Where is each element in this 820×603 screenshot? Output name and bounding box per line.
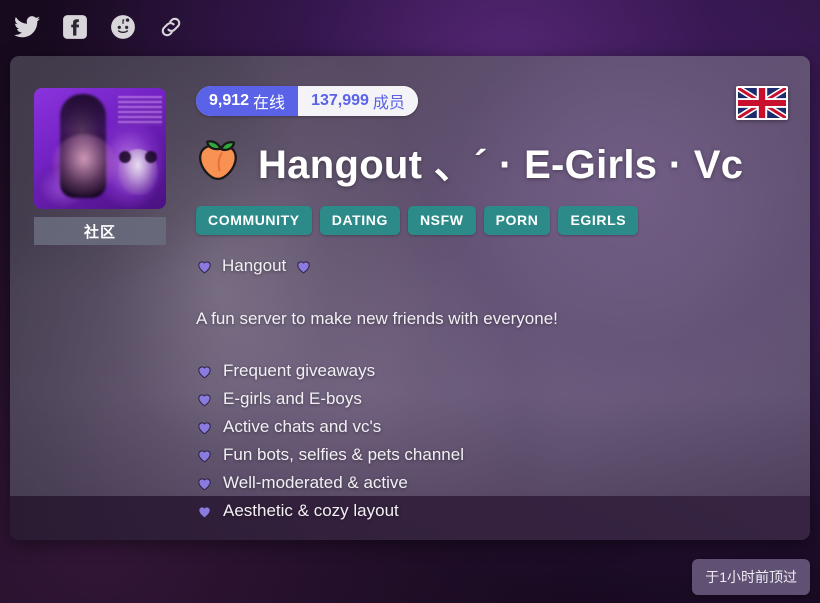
purple-heart-icon	[297, 260, 310, 273]
tag-egirls[interactable]: EGIRLS	[558, 206, 639, 235]
feature-item: Fun bots, selfies & pets channel	[196, 445, 790, 465]
purple-heart-icon	[198, 449, 211, 462]
tag-nsfw[interactable]: NSFW	[407, 206, 476, 235]
purple-heart-icon	[198, 421, 211, 434]
avatar-column: 社区	[34, 88, 166, 245]
member-count-unit: 成员	[372, 95, 405, 112]
avatar[interactable]	[34, 88, 166, 209]
purple-heart-icon	[198, 505, 211, 518]
feature-label: Fun bots, selfies & pets channel	[223, 445, 464, 464]
description-heading-text: Hangout	[222, 256, 287, 275]
uk-flag-icon[interactable]	[736, 86, 788, 120]
bumped-badge: 于1小时前顶过	[692, 559, 810, 595]
member-count-value: 137,999	[311, 92, 369, 109]
feature-item: E-girls and E-boys	[196, 389, 790, 409]
feature-item: Frequent giveaways	[196, 361, 790, 381]
avatar-panda-detail	[118, 149, 158, 195]
twitter-icon[interactable]	[10, 10, 44, 44]
avatar-image	[34, 88, 166, 209]
avatar-figure-highlight	[52, 134, 116, 196]
description-heading: Hangout	[196, 256, 790, 276]
online-count-badge[interactable]: 9,912 在线	[196, 86, 299, 116]
feature-item: Well-moderated & active	[196, 473, 790, 493]
reddit-icon[interactable]	[106, 10, 140, 44]
tag-dating[interactable]: DATING	[319, 206, 400, 235]
online-count-unit: 在线	[253, 95, 286, 112]
purple-heart-icon	[198, 393, 211, 406]
feature-item: Active chats and vc's	[196, 417, 790, 437]
facebook-icon[interactable]	[58, 10, 92, 44]
feature-label: Aesthetic & cozy layout	[223, 501, 399, 520]
tag-community[interactable]: COMMUNITY	[196, 206, 312, 235]
peach-emoji-icon	[199, 140, 237, 180]
feature-label: E-girls and E-boys	[223, 389, 362, 408]
avatar-blinds-detail	[118, 96, 162, 126]
server-title-row: Hangout 、´ · E-Girls · Vc	[196, 132, 790, 190]
purple-heart-icon	[198, 365, 211, 378]
card-content: 9,912 在线 137,999 成员 Hangout 、´ · E-Girls…	[196, 86, 790, 529]
tag-porn[interactable]: PORN	[483, 206, 551, 235]
feature-item: Aesthetic & cozy layout	[196, 501, 790, 521]
server-stats: 9,912 在线 137,999 成员	[196, 86, 418, 116]
feature-label: Frequent giveaways	[223, 361, 376, 380]
feature-list: Frequent giveaways E-girls and E-boys Ac…	[196, 361, 790, 521]
server-type-label[interactable]: 社区	[34, 217, 166, 245]
member-count-badge[interactable]: 137,999 成员	[298, 86, 418, 116]
feature-label: Well-moderated & active	[223, 473, 408, 492]
online-count-value: 9,912	[209, 92, 250, 109]
purple-heart-icon	[198, 477, 211, 490]
link-icon[interactable]	[154, 10, 188, 44]
description-tagline: A fun server to make new friends with ev…	[196, 309, 558, 328]
server-title: Hangout 、´ · E-Girls · Vc	[258, 143, 744, 187]
social-share-bar	[0, 0, 820, 54]
server-card[interactable]: 社区 9,912 在线 137,999 成员 Hangout 、´ · E-Gi…	[10, 56, 810, 540]
server-description: Hangout A fun server to make new friends…	[196, 256, 790, 521]
purple-heart-icon	[198, 260, 211, 273]
tag-list: COMMUNITY DATING NSFW PORN EGIRLS	[196, 206, 790, 235]
feature-label: Active chats and vc's	[223, 417, 382, 436]
